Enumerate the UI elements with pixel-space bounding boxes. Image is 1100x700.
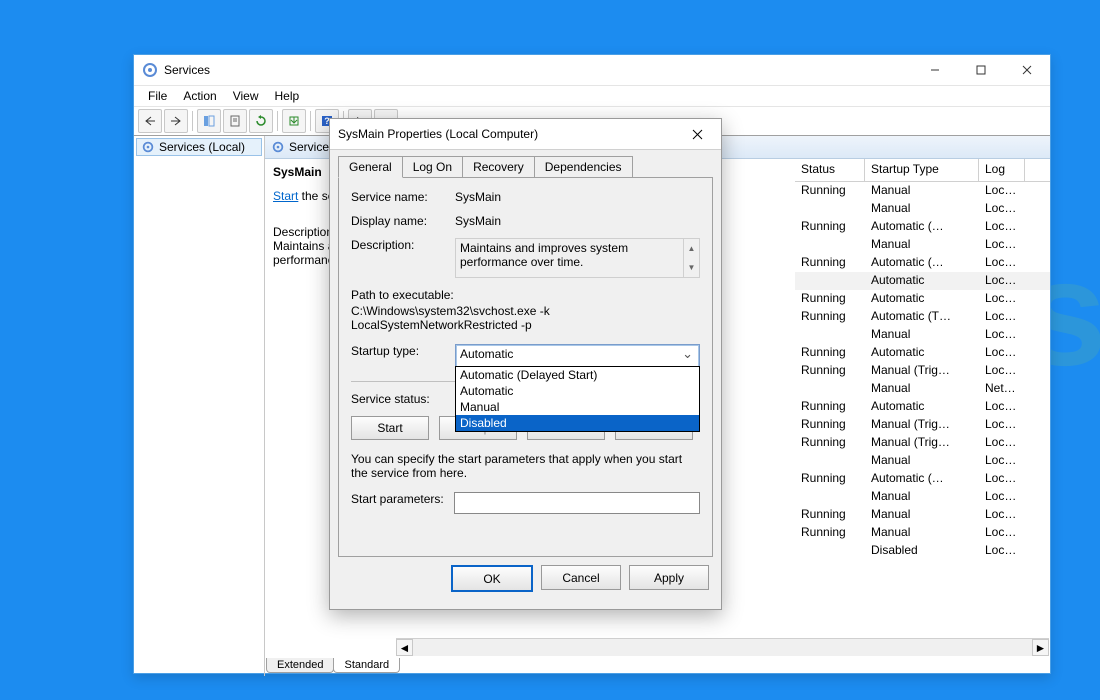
table-row[interactable]: RunningManualLoc…	[795, 506, 1050, 524]
scroll-down-icon[interactable]: ▼	[683, 258, 699, 277]
table-row[interactable]: RunningAutomaticLoc…	[795, 398, 1050, 416]
dialog-tabs: General Log On Recovery Dependencies	[330, 150, 721, 177]
dropdown-option[interactable]: Automatic	[456, 383, 699, 399]
tab-recovery[interactable]: Recovery	[462, 156, 535, 177]
table-row[interactable]: RunningManual (Trig…Loc…	[795, 362, 1050, 380]
titlebar[interactable]: Services	[134, 55, 1050, 86]
back-button[interactable]	[138, 109, 162, 133]
menu-help[interactable]: Help	[267, 87, 308, 105]
table-row[interactable]: RunningAutomatic (…Loc…	[795, 218, 1050, 236]
tab-general[interactable]: General	[338, 156, 403, 178]
window-title: Services	[164, 63, 912, 77]
label-description: Description:	[351, 238, 455, 252]
table-row[interactable]: RunningManualLoc…	[795, 182, 1050, 200]
label-path: Path to executable:	[351, 288, 700, 302]
table-row[interactable]: ManualLoc…	[795, 488, 1050, 506]
label-service-name: Service name:	[351, 190, 455, 204]
tab-logon[interactable]: Log On	[402, 156, 463, 177]
label-startup-type: Startup type:	[351, 344, 455, 358]
label-start-params: Start parameters:	[351, 492, 454, 506]
table-row[interactable]: ManualLoc…	[795, 452, 1050, 470]
dialog-close-button[interactable]	[681, 119, 713, 149]
show-hide-tree-button[interactable]	[197, 109, 221, 133]
tab-dependencies[interactable]: Dependencies	[534, 156, 633, 177]
table-row[interactable]: AutomaticLoc…	[795, 272, 1050, 290]
label-display-name: Display name:	[351, 214, 455, 228]
scroll-left-icon[interactable]: ◄	[396, 639, 413, 656]
dropdown-option[interactable]: Automatic (Delayed Start)	[456, 367, 699, 383]
table-row[interactable]: RunningManualLoc…	[795, 524, 1050, 542]
table-row[interactable]: RunningManual (Trig…Loc…	[795, 416, 1050, 434]
services-icon	[142, 62, 158, 78]
table-row[interactable]: RunningAutomaticLoc…	[795, 290, 1050, 308]
startup-type-dropdown: Automatic (Delayed Start)AutomaticManual…	[455, 366, 700, 432]
description-box: Maintains and improves system performanc…	[455, 238, 700, 278]
table-row[interactable]: RunningAutomatic (…Loc…	[795, 470, 1050, 488]
startup-type-value: Automatic	[460, 347, 513, 361]
table-row[interactable]: ManualLoc…	[795, 236, 1050, 254]
horizontal-scrollbar[interactable]: ◄ ►	[396, 638, 1049, 656]
column-headers: Status Startup Type Log	[795, 159, 1050, 182]
export-button[interactable]	[282, 109, 306, 133]
ok-button[interactable]: OK	[451, 565, 533, 592]
close-button[interactable]	[1004, 55, 1050, 85]
start-service-link[interactable]: Start	[273, 189, 298, 203]
table-row[interactable]: RunningAutomaticLoc…	[795, 344, 1050, 362]
minimize-button[interactable]	[912, 55, 958, 85]
table-row[interactable]: DisabledLoc…	[795, 542, 1050, 560]
apply-button[interactable]: Apply	[629, 565, 709, 590]
refresh-button[interactable]	[249, 109, 273, 133]
tab-standard[interactable]: Standard	[333, 658, 400, 673]
cancel-button[interactable]: Cancel	[541, 565, 621, 590]
value-display-name: SysMain	[455, 214, 700, 228]
description-value: Maintains and improves system performanc…	[460, 241, 628, 269]
menu-file[interactable]: File	[140, 87, 175, 105]
dialog-title: SysMain Properties (Local Computer)	[338, 127, 681, 141]
scroll-right-icon[interactable]: ►	[1032, 639, 1049, 656]
start-button[interactable]: Start	[351, 416, 429, 440]
properties-icon[interactable]	[223, 109, 247, 133]
start-params-input[interactable]	[454, 492, 700, 514]
start-params-note: You can specify the start parameters tha…	[351, 452, 700, 480]
general-tab-page: Service name: SysMain Display name: SysM…	[338, 177, 713, 557]
forward-button[interactable]	[164, 109, 188, 133]
tree-pane: Services (Local)	[134, 136, 265, 676]
label-service-status: Service status:	[351, 392, 455, 406]
value-path: C:\Windows\system32\svchost.exe -k Local…	[351, 304, 700, 332]
scroll-up-icon[interactable]: ▲	[683, 239, 699, 258]
menu-view[interactable]: View	[225, 87, 267, 105]
col-log[interactable]: Log	[979, 159, 1025, 181]
dropdown-option[interactable]: Disabled	[456, 415, 699, 431]
table-row[interactable]: ManualLoc…	[795, 326, 1050, 344]
table-row[interactable]: RunningAutomatic (T…Loc…	[795, 308, 1050, 326]
tree-root[interactable]: Services (Local)	[136, 138, 262, 156]
value-service-name: SysMain	[455, 190, 700, 204]
dialog-titlebar[interactable]: SysMain Properties (Local Computer)	[330, 119, 721, 150]
dropdown-option[interactable]: Manual	[456, 399, 699, 415]
menu-action[interactable]: Action	[175, 87, 224, 105]
table-row[interactable]: ManualNet…	[795, 380, 1050, 398]
tree-root-label: Services (Local)	[159, 140, 245, 154]
bottom-tabs: Extended Standard	[266, 656, 399, 673]
properties-dialog: SysMain Properties (Local Computer) Gene…	[329, 118, 722, 610]
menubar: File Action View Help	[134, 86, 1050, 106]
col-status[interactable]: Status	[795, 159, 865, 181]
col-startup[interactable]: Startup Type	[865, 159, 979, 181]
table-row[interactable]: ManualLoc…	[795, 200, 1050, 218]
table-row[interactable]: RunningManual (Trig…Loc…	[795, 434, 1050, 452]
table-row[interactable]: RunningAutomatic (…Loc…	[795, 254, 1050, 272]
tab-extended[interactable]: Extended	[266, 658, 334, 673]
maximize-button[interactable]	[958, 55, 1004, 85]
